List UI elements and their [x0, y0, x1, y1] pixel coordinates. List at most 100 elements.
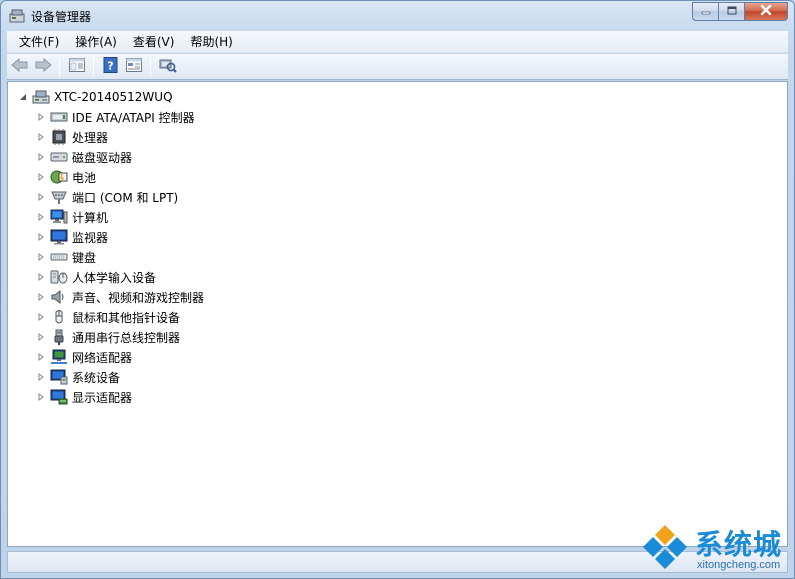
tree-item-label: 声音、视频和游戏控制器	[72, 290, 205, 305]
scan-hardware-icon	[159, 57, 177, 76]
scan-hardware-button[interactable]	[157, 56, 179, 78]
usb-icon	[50, 329, 68, 345]
minimize-button[interactable]	[692, 2, 718, 21]
tree-root-node[interactable]: XTC-20140512WUQ	[18, 88, 173, 106]
tree-item-label: 人体学输入设备	[72, 270, 157, 285]
expand-arrow-icon[interactable]	[36, 272, 46, 282]
keyboard-icon	[50, 249, 68, 265]
tree-item-label: 键盘	[72, 250, 97, 265]
computer-root-icon	[32, 89, 50, 105]
battery-icon	[50, 169, 68, 185]
forward-icon	[34, 57, 52, 75]
tree-item-processor[interactable]: 处理器	[36, 128, 108, 146]
caption-buttons	[692, 2, 788, 21]
network-adapter-icon	[50, 349, 68, 365]
menu-file[interactable]: 文件(F)	[11, 32, 67, 52]
display-adapter-icon	[50, 389, 68, 405]
expand-arrow-icon[interactable]	[36, 172, 46, 182]
help-icon: ?	[103, 57, 119, 76]
expand-arrow-icon[interactable]	[36, 312, 46, 322]
tree-item-sound[interactable]: 声音、视频和游戏控制器	[36, 288, 204, 306]
tree-item-disk-drive[interactable]: 磁盘驱动器	[36, 148, 132, 166]
forward-button[interactable]	[32, 56, 54, 78]
tree-item-display-adapter[interactable]: 显示适配器	[36, 388, 132, 406]
watermark-logo-icon	[641, 523, 689, 571]
tree-item-network-adapter[interactable]: 网络适配器	[36, 348, 132, 366]
menu-help[interactable]: 帮助(H)	[182, 32, 240, 52]
device-manager-window: 设备管理器 文件(F) 操作(A) 查看(V) 帮助(H) ? XTC-2014…	[0, 0, 795, 579]
tree-item-label: 网络适配器	[72, 350, 133, 365]
show-hide-tree-button[interactable]	[66, 56, 88, 78]
mouse-icon	[50, 309, 68, 325]
close-icon	[760, 4, 772, 19]
watermark-url: xitongcheng.com	[697, 559, 781, 571]
tree-item-keyboard[interactable]: 键盘	[36, 248, 96, 266]
watermark-brand: 系统城	[695, 528, 783, 561]
tree-item-monitor[interactable]: 监视器	[36, 228, 108, 246]
tree-item-port[interactable]: 端口 (COM 和 LPT)	[36, 188, 178, 206]
title-bar[interactable]: 设备管理器	[1, 1, 794, 31]
device-manager-app-icon	[9, 8, 25, 24]
tree-item-label: 显示适配器	[72, 390, 133, 405]
help-button[interactable]: ?	[100, 56, 122, 78]
expand-arrow-icon[interactable]	[36, 352, 46, 362]
menu-action[interactable]: 操作(A)	[67, 32, 125, 52]
tree-item-label: 端口 (COM 和 LPT)	[72, 190, 179, 205]
show-hide-tree-icon	[69, 58, 85, 75]
properties-button[interactable]	[123, 56, 145, 78]
tree-item-label: 磁盘驱动器	[72, 150, 133, 165]
toolbar-separator	[150, 57, 151, 76]
tree-item-label: 监视器	[72, 230, 109, 245]
system-device-icon	[50, 369, 68, 385]
ide-controller-icon	[50, 109, 68, 125]
tree-root-label: XTC-20140512WUQ	[54, 90, 173, 104]
processor-icon	[50, 129, 68, 145]
expand-arrow-icon[interactable]	[36, 372, 46, 382]
window-title: 设备管理器	[31, 10, 92, 24]
properties-icon	[126, 58, 142, 75]
device-tree[interactable]: XTC-20140512WUQ IDE ATA/ATAPI 控制器处理器磁盘驱动…	[7, 81, 788, 547]
back-button[interactable]	[9, 56, 31, 78]
expand-arrow-icon[interactable]	[36, 292, 46, 302]
port-icon	[50, 189, 68, 205]
maximize-button[interactable]	[718, 2, 744, 21]
svg-text:?: ?	[107, 60, 113, 73]
toolbar-separator	[59, 57, 60, 76]
tree-item-label: IDE ATA/ATAPI 控制器	[72, 110, 195, 125]
collapse-arrow-icon[interactable]	[18, 92, 28, 102]
tree-item-system-device[interactable]: 系统设备	[36, 368, 120, 386]
tree-item-usb[interactable]: 通用串行总线控制器	[36, 328, 180, 346]
monitor-icon	[50, 229, 68, 245]
expand-arrow-icon[interactable]	[36, 252, 46, 262]
toolbar: ?	[7, 54, 788, 80]
expand-arrow-icon[interactable]	[36, 392, 46, 402]
tree-item-computer[interactable]: 计算机	[36, 208, 108, 226]
tree-item-ide-controller[interactable]: IDE ATA/ATAPI 控制器	[36, 108, 195, 126]
sound-icon	[50, 289, 68, 305]
tree-item-battery[interactable]: 电池	[36, 168, 96, 186]
minimize-icon	[701, 5, 711, 19]
disk-drive-icon	[50, 149, 68, 165]
tree-item-label: 系统设备	[72, 370, 121, 385]
tree-item-hid[interactable]: 人体学输入设备	[36, 268, 156, 286]
expand-arrow-icon[interactable]	[36, 332, 46, 342]
tree-item-label: 电池	[72, 170, 97, 185]
toolbar-separator	[93, 57, 94, 76]
expand-arrow-icon[interactable]	[36, 152, 46, 162]
menu-view[interactable]: 查看(V)	[125, 32, 183, 52]
tree-item-label: 通用串行总线控制器	[72, 330, 181, 345]
expand-arrow-icon[interactable]	[36, 112, 46, 122]
expand-arrow-icon[interactable]	[36, 132, 46, 142]
expand-arrow-icon[interactable]	[36, 192, 46, 202]
menu-bar: 文件(F) 操作(A) 查看(V) 帮助(H)	[7, 31, 788, 53]
computer-icon	[50, 209, 68, 225]
close-button[interactable]	[744, 2, 788, 21]
tree-item-label: 计算机	[72, 210, 109, 225]
tree-item-mouse[interactable]: 鼠标和其他指针设备	[36, 308, 180, 326]
maximize-icon	[727, 5, 737, 19]
expand-arrow-icon[interactable]	[36, 232, 46, 242]
expand-arrow-icon[interactable]	[36, 212, 46, 222]
back-icon	[11, 57, 29, 75]
watermark: 系统城 xitongcheng.com	[641, 521, 791, 577]
tree-item-label: 鼠标和其他指针设备	[72, 310, 181, 325]
